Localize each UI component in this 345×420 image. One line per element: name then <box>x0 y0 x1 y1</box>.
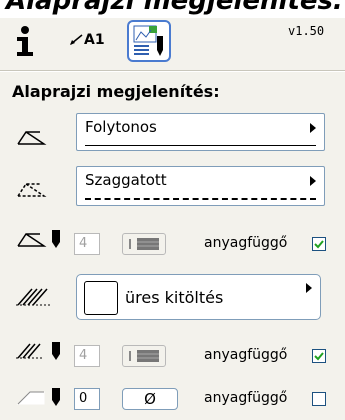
dashed-line-preview <box>85 198 316 200</box>
fill-material-label: anyagfüggő <box>204 347 288 363</box>
solid-line-preview <box>85 145 316 146</box>
header-divider <box>0 70 345 72</box>
caret-right-icon <box>306 283 312 293</box>
contour-pen-pattern[interactable] <box>122 233 166 255</box>
caret-right-icon <box>310 176 316 186</box>
arrow-a1-button[interactable]: A1 <box>68 32 105 48</box>
fill-type-label: üres kitöltés <box>125 288 224 307</box>
contour-material-label: anyagfüggő <box>204 235 288 251</box>
contour-pen-number[interactable]: 4 <box>74 233 100 255</box>
empty-fill-button[interactable]: Ø <box>122 388 178 410</box>
line-type-dropdown[interactable]: Folytonos <box>76 113 325 151</box>
arrow-a1-label: A1 <box>84 32 105 48</box>
dashed-line-icon <box>14 176 50 200</box>
section-title: Alaprajzi megjelenítés: <box>12 82 220 101</box>
hidden-line-dropdown[interactable]: Szaggatott <box>76 166 325 206</box>
version-label: v1.50 <box>288 24 325 38</box>
checkmark-icon <box>314 352 324 361</box>
fill-swatch <box>84 281 118 315</box>
pen-settings-icon <box>133 25 163 56</box>
hidden-line-label: Szaggatott <box>85 171 167 189</box>
banner-title: Alaprajzi megjelenítés: <box>6 0 344 16</box>
fill-pen-number[interactable]: 4 <box>74 345 100 367</box>
fill-pen-pattern[interactable] <box>122 345 166 367</box>
background-pen-icon <box>14 384 70 408</box>
caret-right-icon <box>310 123 316 133</box>
fill-material-checkbox[interactable] <box>312 349 326 363</box>
fill-type-button[interactable]: üres kitöltés <box>76 274 321 320</box>
hatch-pen-icon <box>14 338 70 362</box>
line-type-label: Folytonos <box>85 118 157 136</box>
background-pen-number[interactable]: 0 <box>74 388 100 410</box>
checkmark-icon <box>314 240 324 249</box>
info-icon[interactable] <box>12 24 38 58</box>
title-banner: Alaprajzi megjelenítés: <box>0 0 345 18</box>
arrow-icon <box>70 34 83 45</box>
hatch-icon <box>14 285 54 307</box>
contour-pen-icon <box>14 224 70 250</box>
background-material-label: anyagfüggő <box>204 390 288 406</box>
contour-material-checkbox[interactable] <box>312 237 326 251</box>
pen-settings-button[interactable] <box>127 20 171 62</box>
background-material-checkbox[interactable] <box>312 392 326 406</box>
contour-line-icon <box>14 124 50 148</box>
